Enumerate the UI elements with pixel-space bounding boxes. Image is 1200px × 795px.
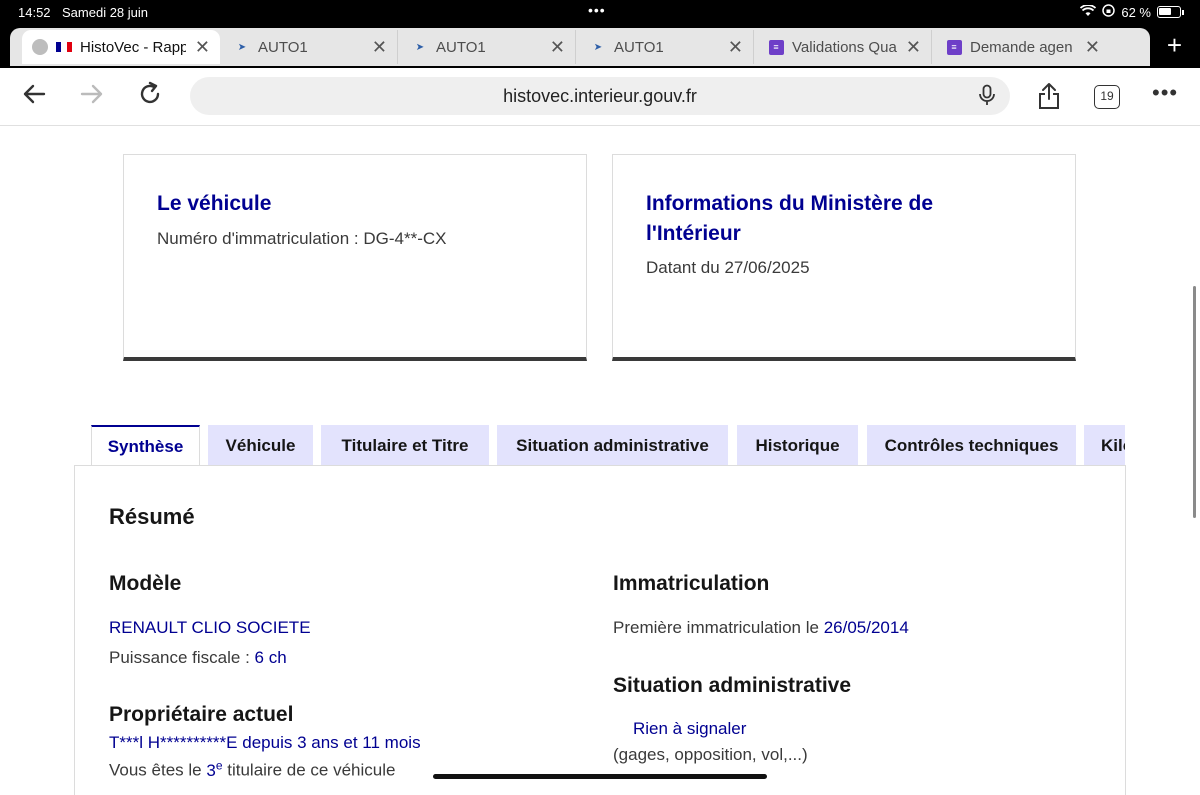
auto1-icon: ➤ [237, 41, 247, 53]
wifi-icon [1080, 3, 1097, 20]
share-icon [1039, 83, 1059, 109]
browser-tab-demande[interactable]: ≡ Demande agen ✕ [934, 30, 1110, 64]
microphone-icon[interactable] [978, 84, 996, 112]
auto1-icon: ➤ [415, 41, 425, 53]
model-value: RENAULT CLIO SOCIETE [109, 618, 311, 637]
status-bar: 14:52 Samedi 28 juin ••• 62 % [0, 0, 1200, 24]
holder-suffix: titulaire de ce véhicule [227, 760, 396, 780]
battery-tip [1182, 9, 1184, 15]
close-tab-icon[interactable]: ✕ [195, 37, 210, 58]
first-registration-line: Première immatriculation le 26/05/2014 [613, 618, 909, 638]
ministry-card-title: Informations du Ministère de l'Intérieur [646, 189, 933, 249]
tab-titulaire[interactable]: Titulaire et Titre [321, 425, 489, 466]
owner-name: T***l H**********E [109, 733, 238, 752]
admin-value: Rien à signaler [633, 719, 747, 738]
ministry-date: Datant du 27/06/2025 [646, 258, 810, 277]
synthese-panel: Résumé Modèle RENAULT CLIO SOCIETE Puiss… [74, 465, 1126, 795]
tab-overview-button[interactable]: 19 [1094, 85, 1120, 109]
browser-tab-validations[interactable]: ≡ Validations Qua ✕ [756, 30, 932, 64]
holder-rank: 3e [206, 758, 223, 780]
summary-title: Résumé [109, 504, 195, 529]
reload-icon [140, 81, 160, 104]
owner-line: T***l H**********E depuis 3 ans et 11 mo… [109, 733, 421, 753]
owner-since-label: depuis [242, 733, 293, 752]
ministry-title-line1: Informations du Ministère de [646, 192, 934, 215]
url-text: histovec.interieur.gouv.fr [503, 86, 697, 106]
tab-historique[interactable]: Historique [737, 425, 858, 466]
back-arrow-icon [23, 84, 46, 104]
close-tab-icon[interactable]: ✕ [1085, 37, 1100, 58]
browser-tab-auto1-1[interactable]: ➤ AUTO1 ✕ [222, 30, 398, 64]
page-scrollbar[interactable] [1193, 286, 1196, 518]
home-indicator[interactable] [433, 774, 767, 779]
holder-rank-sup: e [215, 758, 223, 772]
admin-heading: Situation administrative [613, 674, 852, 697]
french-flag-icon [56, 40, 72, 54]
plate-line: Numéro d'immatriculation : DG-4**-CX [157, 229, 447, 249]
forward-button[interactable] [78, 80, 106, 115]
status-indicators: 62 % [1080, 3, 1184, 20]
holder-prefix: Vous êtes le [109, 760, 202, 780]
share-button[interactable] [1037, 82, 1061, 116]
holder-rank-number: 3 [206, 760, 216, 780]
close-tab-icon[interactable]: ✕ [906, 37, 921, 58]
vehicle-card: Le véhicule Numéro d'immatriculation : D… [123, 154, 587, 361]
plate-value: DG-4**-CX [363, 229, 447, 248]
power-line: Puissance fiscale : 6 ch [109, 648, 287, 668]
new-tab-button[interactable]: + [1167, 30, 1182, 61]
battery-icon [1157, 6, 1181, 18]
tab-label: Validations Qua [792, 38, 897, 56]
tab-label: AUTO1 [614, 38, 664, 56]
holder-line: Vous êtes le 3e titulaire de ce véhicule [109, 758, 395, 781]
forms-icon: ≡ [768, 39, 784, 55]
back-button[interactable] [20, 80, 48, 115]
owner-heading: Propriétaire actuel [109, 703, 294, 726]
tab-synthese[interactable]: Synthèse [91, 425, 200, 466]
tab-label: AUTO1 [258, 38, 308, 56]
status-time: 14:52 [18, 5, 51, 20]
browser-toolbar: histovec.interieur.gouv.fr 19 ••• [0, 68, 1200, 126]
status-date: Samedi 28 juin [62, 5, 148, 20]
plate-label: Numéro d'immatriculation : [157, 229, 359, 248]
admin-note: (gages, opposition, vol,...) [613, 745, 808, 764]
browser-tab-strip: HistoVec - Rapp ✕ ➤ AUTO1 ✕ ➤ AUTO1 ✕ ➤ … [0, 24, 1200, 68]
battery-percent: 62 % [1121, 4, 1151, 20]
tab-vehicule[interactable]: Véhicule [208, 425, 313, 466]
forward-arrow-icon [80, 84, 103, 104]
tab-label: HistoVec - Rapp [80, 38, 186, 56]
vehicle-card-title: Le véhicule [157, 192, 272, 215]
address-bar[interactable]: histovec.interieur.gouv.fr [190, 77, 1010, 115]
model-heading: Modèle [109, 572, 182, 595]
close-tab-icon[interactable]: ✕ [728, 37, 743, 58]
ministry-card: Informations du Ministère de l'Intérieur… [612, 154, 1076, 361]
tab-situation-administrative[interactable]: Situation administrative [497, 425, 728, 466]
power-label: Puissance fiscale : [109, 648, 250, 667]
first-reg-value: 26/05/2014 [823, 618, 909, 637]
tab-label: Demande agen [970, 38, 1073, 56]
close-tab-icon[interactable]: ✕ [372, 37, 387, 58]
browser-tab-auto1-2[interactable]: ➤ AUTO1 ✕ [400, 30, 576, 64]
orientation-lock-icon [1102, 4, 1116, 20]
forms-icon: ≡ [946, 39, 962, 55]
more-options-icon[interactable]: ••• [1152, 80, 1178, 106]
tab-controles-techniques[interactable]: Contrôles techniques [867, 425, 1076, 466]
auto1-icon: ➤ [593, 41, 603, 53]
browser-tab-histovec[interactable]: HistoVec - Rapp ✕ [22, 30, 220, 64]
browser-tab-auto1-3[interactable]: ➤ AUTO1 ✕ [578, 30, 754, 64]
tab-label: AUTO1 [436, 38, 486, 56]
ministry-title-line2: l'Intérieur [646, 222, 741, 245]
close-tab-icon[interactable]: ✕ [550, 37, 565, 58]
registration-heading: Immatriculation [613, 572, 770, 595]
tab-kilometrage[interactable]: Kilo [1084, 425, 1125, 466]
owner-since-value: 3 ans et 11 mois [297, 733, 421, 752]
reload-button[interactable] [136, 80, 164, 115]
power-value: 6 ch [254, 648, 287, 667]
globe-icon [32, 39, 48, 55]
multitasking-dots-icon[interactable]: ••• [588, 2, 606, 18]
first-reg-label: Première immatriculation le [613, 618, 819, 637]
